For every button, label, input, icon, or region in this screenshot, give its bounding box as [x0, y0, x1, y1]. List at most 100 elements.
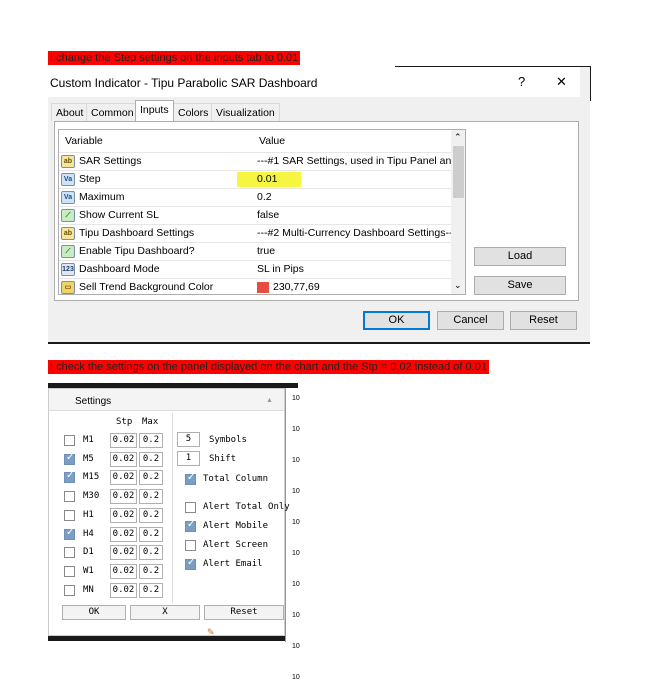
checkbox-d1[interactable]	[64, 547, 75, 559]
input-row-maximum[interactable]: Va Maximum 0.2	[59, 188, 451, 206]
shift-label: Shift	[209, 454, 237, 464]
tab-about[interactable]: About	[51, 103, 89, 121]
collapse-icon[interactable]: ▲	[266, 397, 273, 404]
close-icon[interactable]: ✕	[556, 74, 567, 90]
timeframe-label: MN	[83, 584, 94, 595]
max-input-w1[interactable]: 0.2	[139, 563, 163, 579]
price-axis-label: 10	[292, 581, 300, 588]
column-header-max: Max	[142, 417, 159, 427]
tab-colors[interactable]: Colors	[173, 103, 214, 121]
input-row-step[interactable]: Va Step 0.01	[59, 170, 451, 188]
input-value[interactable]: true	[257, 243, 275, 260]
price-axis-label: 10	[292, 519, 300, 526]
input-name: Step	[79, 173, 101, 185]
input-value[interactable]: 0.2	[257, 189, 272, 206]
price-axis-label: 10	[292, 612, 300, 619]
load-button[interactable]: Load	[474, 247, 566, 266]
input-value[interactable]: ---#1 SAR Settings, used in Tipu Panel a…	[257, 153, 460, 170]
scroll-down-icon[interactable]: ⌄	[454, 280, 462, 291]
input-value[interactable]: 0.01	[257, 171, 277, 188]
stp-input-m15[interactable]: 0.02	[110, 470, 137, 486]
input-value[interactable]: ---#2 Multi-Currency Dashboard Settings-…	[257, 225, 459, 242]
checkbox-alert-screen[interactable]	[185, 540, 196, 551]
price-axis-label: 10	[292, 643, 300, 650]
stp-input-w1[interactable]: 0.02	[110, 563, 137, 579]
ok-button[interactable]: OK	[363, 311, 430, 330]
checkbox-total-column[interactable]	[185, 472, 196, 485]
grid-scrollbar[interactable]: ⌃ ⌄	[451, 130, 465, 294]
tab-visualization[interactable]: Visualization	[211, 103, 280, 121]
checkbox-mn[interactable]	[64, 584, 75, 596]
timeframe-label: M15	[83, 472, 100, 483]
checkbox-alert-mobile[interactable]	[185, 519, 196, 532]
column-header-stp: Stp	[116, 417, 133, 427]
scroll-up-icon[interactable]: ⌃	[454, 132, 462, 143]
max-input-h1[interactable]: 0.2	[139, 507, 163, 523]
checkbox-alert-total-only[interactable]	[185, 502, 196, 513]
input-row-show-current-sl[interactable]: ⟋ Show Current SL false	[59, 206, 451, 224]
shift-input[interactable]: 1	[177, 451, 200, 466]
checkbox-m30[interactable]	[64, 491, 75, 503]
color-swatch[interactable]	[257, 282, 269, 293]
checkbox-w1[interactable]	[64, 565, 75, 577]
column-header-value: Value	[259, 135, 286, 147]
caption-step-change: I change the Step settings on the inputs…	[48, 51, 301, 65]
input-value[interactable]: false	[257, 207, 279, 224]
stp-input-m1[interactable]: 0.02	[110, 433, 137, 448]
tab-common[interactable]: Common	[86, 103, 139, 121]
max-input-mn[interactable]: 0.2	[139, 582, 163, 598]
cancel-button[interactable]: Cancel	[437, 311, 504, 330]
stp-input-m30[interactable]: 0.02	[110, 489, 137, 505]
stp-input-h4[interactable]: 0.02	[110, 526, 137, 542]
symbols-input[interactable]: 5	[177, 432, 200, 447]
panel-x-button[interactable]: X	[130, 605, 200, 620]
text-type-icon: ab	[61, 227, 75, 240]
stp-input-h1[interactable]: 0.02	[110, 507, 137, 523]
timeframe-label: M30	[83, 491, 100, 502]
input-row-dashboard-mode[interactable]: 123 Dashboard Mode SL in Pips	[59, 260, 451, 278]
checkbox-m1[interactable]	[64, 435, 75, 446]
double-type-icon: Va	[61, 173, 75, 186]
checkbox-m5[interactable]	[64, 452, 75, 465]
max-input-m1[interactable]: 0.2	[139, 433, 163, 448]
double-type-icon: Va	[61, 191, 75, 204]
option-label: Total Column	[203, 474, 269, 484]
input-row-enable-tipu-dashboard[interactable]: ⟋ Enable Tipu Dashboard? true	[59, 242, 451, 260]
reset-button[interactable]: Reset	[510, 311, 577, 330]
option-label: Alert Mobile	[203, 521, 269, 531]
stp-input-d1[interactable]: 0.02	[110, 545, 137, 561]
input-value[interactable]: SL in Pips	[257, 261, 304, 278]
price-axis-label: 10	[292, 674, 300, 681]
dialog-title: Custom Indicator - Tipu Parabolic SAR Da…	[50, 76, 318, 90]
timeframe-label: W1	[83, 565, 94, 576]
help-button[interactable]: ?	[518, 74, 525, 89]
panel-title: Settings	[75, 396, 112, 407]
panel-ok-button[interactable]: OK	[62, 605, 126, 620]
timeframe-label: H1	[83, 509, 94, 520]
max-input-d1[interactable]: 0.2	[139, 545, 163, 561]
save-button[interactable]: Save	[474, 276, 566, 295]
checkbox-alert-email[interactable]	[185, 557, 196, 570]
bool-type-icon: ⟋	[61, 245, 75, 258]
input-row-tipu-dashboard-settings[interactable]: ab Tipu Dashboard Settings ---#2 Multi-Cur…	[59, 224, 459, 242]
column-header-variable: Variable	[65, 135, 103, 147]
max-input-m30[interactable]: 0.2	[139, 489, 163, 505]
input-row-sar-settings[interactable]: ab SAR Settings ---#1 SAR Settings, used i…	[59, 152, 460, 170]
checkbox-m15[interactable]	[64, 470, 75, 484]
stp-input-m5[interactable]: 0.02	[110, 451, 137, 467]
tab-inputs[interactable]: Inputs	[135, 100, 174, 121]
checkbox-h1[interactable]	[64, 509, 75, 521]
input-value[interactable]: 230,77,69	[273, 279, 320, 294]
input-row-sell-trend-background-color[interactable]: ▭ Sell Trend Background Color 230,77,69	[59, 278, 451, 294]
symbols-label: Symbols	[209, 435, 247, 445]
max-input-m5[interactable]: 0.2	[139, 451, 163, 467]
max-input-m15[interactable]: 0.2	[139, 470, 163, 486]
option-label: Alert Email	[203, 559, 263, 569]
enum-type-icon: 123	[61, 263, 75, 276]
price-axis-label: 10	[292, 550, 300, 557]
panel-reset-button[interactable]: Reset	[204, 605, 284, 620]
checkbox-h4[interactable]	[64, 527, 75, 540]
max-input-h4[interactable]: 0.2	[139, 526, 163, 542]
stp-input-mn[interactable]: 0.02	[110, 582, 137, 598]
scroll-thumb[interactable]	[453, 146, 464, 198]
